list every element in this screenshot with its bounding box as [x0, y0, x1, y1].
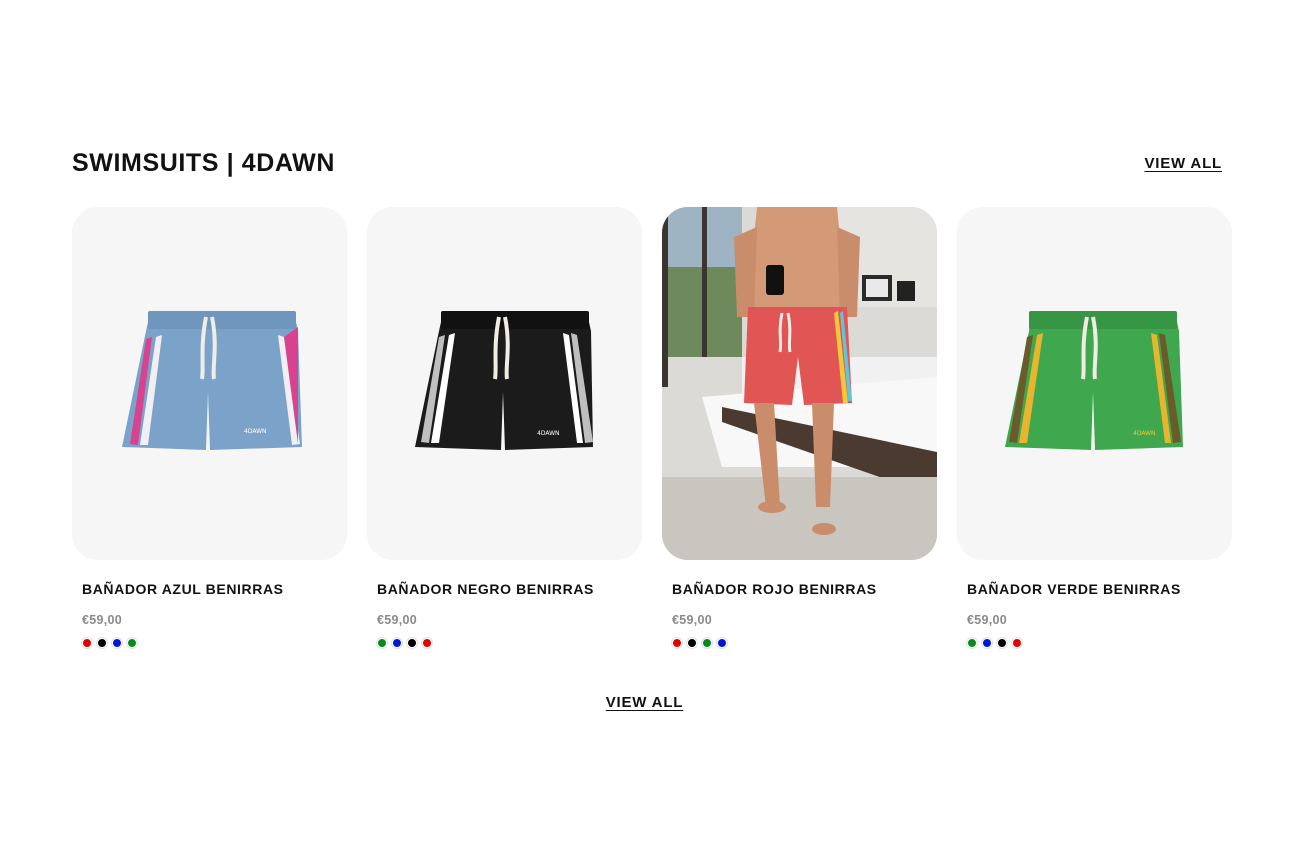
product-price: €59,00 [672, 613, 713, 627]
section-title: SWIMSUITS | 4DAWN [72, 148, 336, 177]
svg-text:4DAWN: 4DAWN [1133, 430, 1156, 437]
product-price: €59,00 [967, 613, 1008, 627]
product-name[interactable]: BAÑADOR VERDE BENIRRAS [967, 581, 1222, 597]
swatch-red[interactable] [82, 638, 92, 648]
swatch-black[interactable] [997, 638, 1007, 648]
product-price: €59,00 [82, 613, 123, 627]
product-image[interactable]: 4DAWN [367, 207, 642, 560]
color-swatches [967, 638, 1222, 648]
product-card[interactable]: 4DAWN BAÑADOR VERDE BENIRRAS €59,00 [957, 207, 1232, 648]
product-grid: 4DAWN BAÑADOR AZUL BENIRRAS €59,00 4DAWN… [72, 207, 1232, 648]
swatch-blue[interactable] [717, 638, 727, 648]
product-card[interactable]: BAÑADOR ROJO BENIRRAS €59,00 [662, 207, 937, 648]
section-header: SWIMSUITS | 4DAWN VIEW ALL [72, 146, 1222, 180]
swatch-black[interactable] [687, 638, 697, 648]
view-all-link-bottom[interactable]: VIEW ALL [606, 694, 684, 711]
svg-text:4DAWN: 4DAWN [537, 430, 560, 437]
product-image[interactable] [662, 207, 937, 560]
product-image[interactable]: 4DAWN [72, 207, 347, 560]
product-name[interactable]: BAÑADOR AZUL BENIRRAS [82, 581, 337, 597]
blue-swim-shorts-image: 4DAWN [72, 207, 347, 560]
bottom-view-all-container: VIEW ALL [0, 694, 1289, 712]
swatch-green[interactable] [967, 638, 977, 648]
man-red-shorts-photo [662, 207, 937, 560]
svg-text:4DAWN: 4DAWN [244, 428, 267, 435]
product-price: €59,00 [377, 613, 418, 627]
product-card[interactable]: 4DAWN BAÑADOR NEGRO BENIRRAS €59,00 [367, 207, 642, 648]
swatch-black[interactable] [97, 638, 107, 648]
swimsuits-collection-section: SWIMSUITS | 4DAWN VIEW ALL 4DAWN BAÑADOR… [0, 0, 1289, 856]
swatch-blue[interactable] [982, 638, 992, 648]
color-swatches [82, 638, 337, 648]
product-name[interactable]: BAÑADOR NEGRO BENIRRAS [377, 581, 632, 597]
green-swim-shorts-image: 4DAWN [957, 207, 1232, 560]
swatch-blue[interactable] [112, 638, 122, 648]
swatch-green[interactable] [702, 638, 712, 648]
swatch-green[interactable] [377, 638, 387, 648]
color-swatches [377, 638, 632, 648]
swatch-red[interactable] [422, 638, 432, 648]
product-card[interactable]: 4DAWN BAÑADOR AZUL BENIRRAS €59,00 [72, 207, 347, 648]
swatch-red[interactable] [672, 638, 682, 648]
product-image[interactable]: 4DAWN [957, 207, 1232, 560]
swatch-red[interactable] [1012, 638, 1022, 648]
swatch-black[interactable] [407, 638, 417, 648]
swatch-green[interactable] [127, 638, 137, 648]
swatch-blue[interactable] [392, 638, 402, 648]
product-name[interactable]: BAÑADOR ROJO BENIRRAS [672, 581, 927, 597]
black-swim-shorts-image: 4DAWN [367, 207, 642, 560]
view-all-link-top[interactable]: VIEW ALL [1144, 155, 1222, 172]
color-swatches [672, 638, 927, 648]
